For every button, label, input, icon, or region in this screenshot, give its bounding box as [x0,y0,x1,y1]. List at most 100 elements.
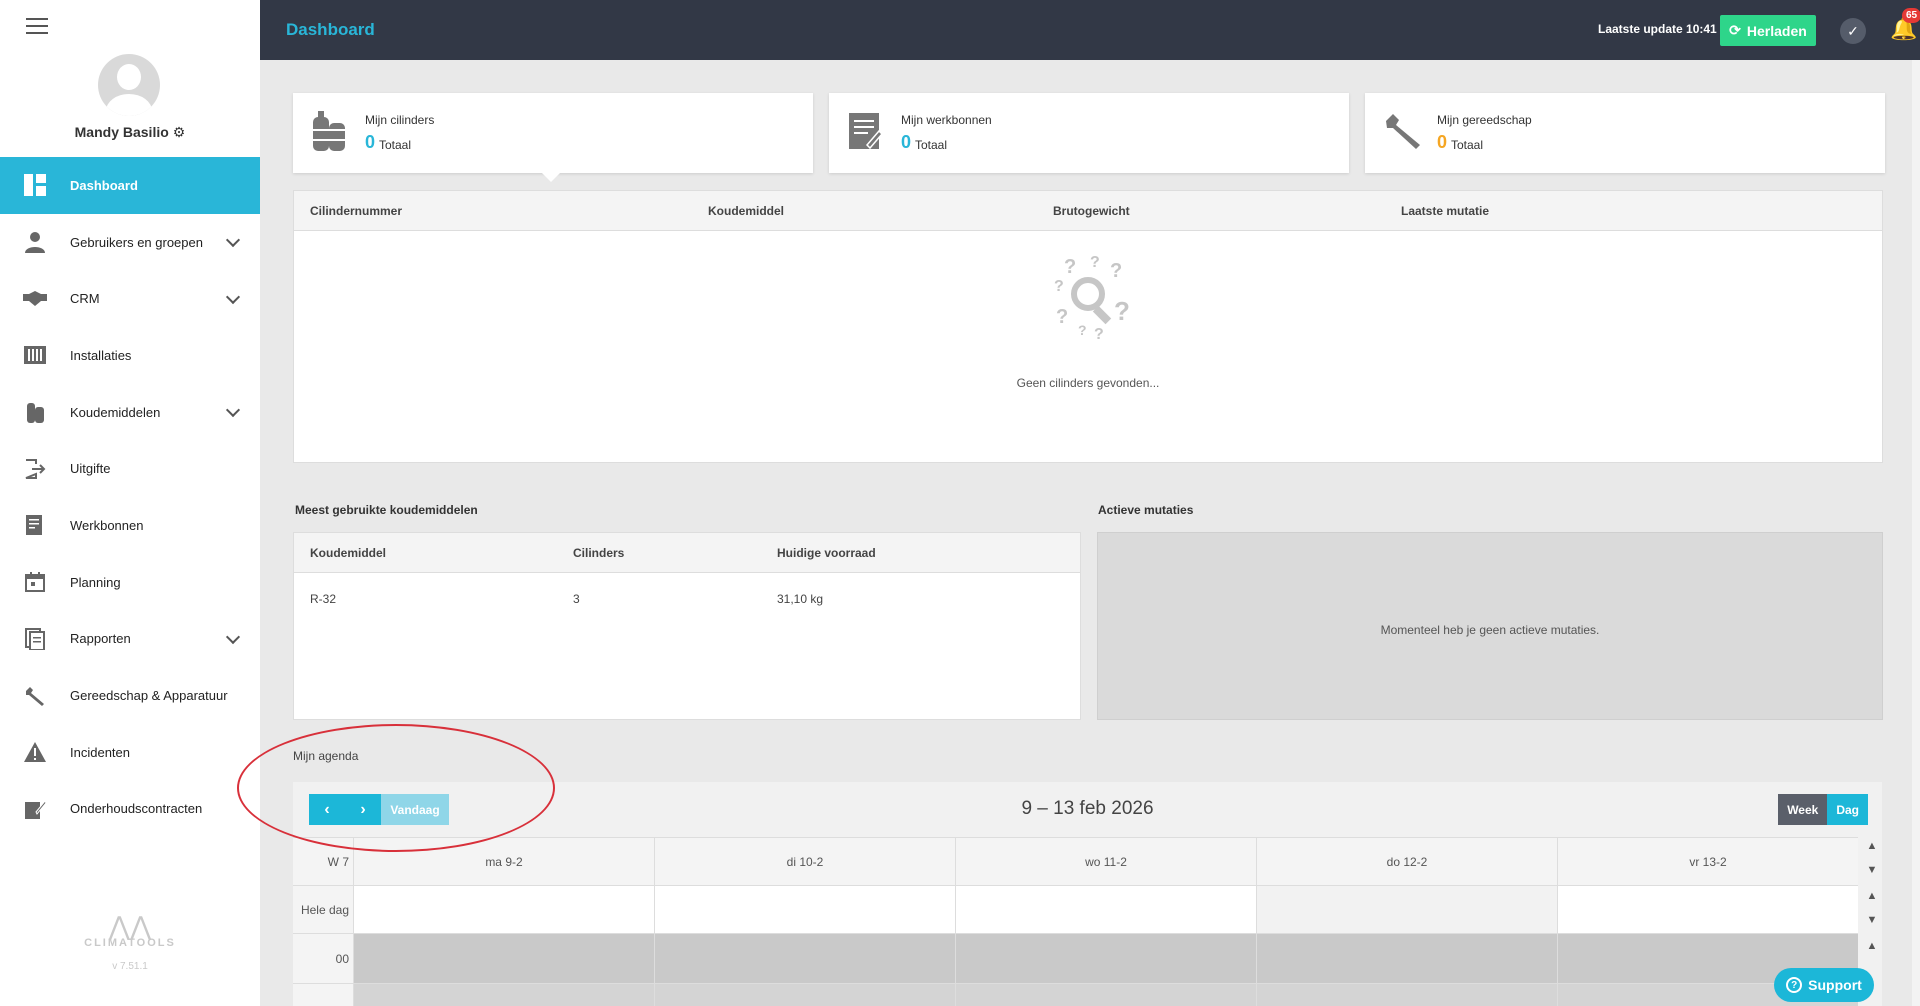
card-tools[interactable]: Mijn gereedschap 0 Totaal [1365,93,1885,173]
card-value: 0 [901,132,912,152]
sidebar-item-label: Incidenten [70,744,130,760]
calendar-grid: W 7 ma 9-2 di 10-2 wo 11-2 do 12-2 vr 13… [293,837,1858,1006]
day-header[interactable]: vr 13-2 [1557,838,1858,885]
card-workorders[interactable]: Mijn werkbonnen 0 Totaal [829,93,1349,173]
day-header[interactable]: do 12-2 [1256,838,1557,885]
column-header[interactable]: Huidige voorraad [777,546,876,560]
sidebar-item-reports[interactable]: Rapporten [0,611,260,668]
topbar: Dashboard Laatste update 10:41 ⟳ Herlade… [260,0,1920,60]
all-day-cell[interactable] [1557,886,1858,933]
card-value: 0 [1437,132,1448,152]
notification-badge: 65 [1902,8,1920,23]
version-label: v 7.51.1 [112,961,148,972]
chevron-down-icon[interactable] [225,403,241,418]
scroll-up-icon[interactable]: ▲ [1865,890,1879,902]
column-header[interactable]: Laatste mutatie [1401,204,1489,218]
sidebar-item-label: Koudemiddelen [70,404,161,420]
column-header[interactable]: Koudemiddel [310,546,386,560]
time-slot[interactable] [353,984,654,1006]
time-slot[interactable] [353,934,654,983]
sign-out-icon [0,458,70,480]
sidebar-item-users[interactable]: Gebruikers en groepen [0,214,260,271]
empty-state-text: Momenteel heb je geen actieve mutaties. [1380,623,1600,637]
table-cell: 3 [573,592,580,606]
section-title: Meest gebruikte koudemiddelen [295,503,478,517]
scroll-up-icon[interactable]: ▲ [1865,840,1879,852]
chevron-down-icon[interactable] [225,289,241,304]
avatar[interactable] [98,54,160,116]
help-icon: ? [1786,977,1803,993]
sidebar-item-dashboard[interactable]: Dashboard [0,157,260,214]
reload-button[interactable]: ⟳ Herladen [1720,15,1816,46]
chevron-down-icon[interactable] [225,232,241,248]
sidebar-item-label: Gebruikers en groepen [70,234,203,250]
card-suffix: Totaal [379,138,412,152]
time-slot[interactable] [1256,934,1557,983]
sidebar-item-label: Uitgifte [70,461,111,477]
all-day-cell[interactable] [353,886,654,933]
card-value: 0 [365,132,376,152]
sidebar-item-installations[interactable]: Installaties [0,327,260,384]
view-switch: Week Dag [1778,794,1868,825]
sidebar-item-refrigerants[interactable]: Koudemiddelen [0,384,260,441]
sidebar-item-workorders[interactable]: Werkbonnen [0,497,260,554]
sidebar-item-incidents[interactable]: Incidenten [0,724,260,781]
cylinders-icon [311,111,347,162]
agenda-title: Mijn agenda [293,749,359,763]
menu-toggle-icon[interactable] [26,18,48,34]
hour-row: 00 [293,933,1858,983]
scroll-up-icon[interactable]: ▲ [1865,940,1879,952]
climatools-logo: ⋀⋀ CLIMATOOLS v 7.51.1 [0,913,260,972]
table-header: Koudemiddel Cilinders Huidige voorraad [294,533,1080,573]
cylinders-icon [0,401,70,424]
day-header[interactable]: di 10-2 [654,838,955,885]
time-slot[interactable] [1256,984,1557,1006]
sidebar-item-label: Werkbonnen [70,517,144,533]
sidebar-item-issue[interactable]: Uitgifte [0,440,260,497]
day-view-button[interactable]: Dag [1827,794,1868,825]
warning-icon [0,742,70,763]
contract-icon [0,798,70,820]
sidebar-item-label: Planning [70,574,121,590]
gear-icon[interactable]: ⚙ [173,124,186,140]
day-header[interactable]: ma 9-2 [353,838,654,885]
all-day-cell[interactable] [955,886,1256,933]
week-number: W 7 [327,854,349,869]
card-title: Mijn werkbonnen [901,113,992,127]
day-header[interactable]: wo 11-2 [955,838,1256,885]
scroll-down-icon[interactable]: ▼ [1865,864,1879,876]
table-cell: R-32 [310,592,337,606]
column-header[interactable]: Cilinders [573,546,624,560]
reload-label: Herladen [1746,22,1807,39]
sidebar-item-contracts[interactable]: Onderhoudscontracten [0,781,260,838]
sidebar-item-label: Dashboard [70,177,138,193]
support-button[interactable]: ? Support [1774,968,1874,1002]
column-header[interactable]: Koudemiddel [708,204,784,218]
wrench-icon [0,685,70,707]
section-title: Actieve mutaties [1098,503,1194,517]
time-slot[interactable] [654,984,955,1006]
user-name[interactable]: Mandy Basilio ⚙ [0,124,260,141]
handshake-icon [0,290,70,307]
sidebar-item-label: CRM [70,291,100,307]
time-slot[interactable] [955,984,1256,1006]
all-day-cell[interactable] [1256,886,1557,933]
sidebar-item-label: Rapporten [70,631,131,647]
check-icon[interactable]: ✓ [1840,18,1866,44]
card-cylinders[interactable]: Mijn cilinders 0 Totaal [293,93,813,173]
chevron-down-icon[interactable] [225,629,241,644]
sidebar-item-tools[interactable]: Gereedschap & Apparatuur [0,667,260,724]
all-day-cell[interactable] [654,886,955,933]
column-header[interactable]: Cilindernummer [310,204,402,218]
sidebar-item-label: Onderhoudscontracten [70,801,203,817]
time-slot[interactable] [955,934,1256,983]
scroll-down-icon[interactable]: ▼ [1865,914,1879,926]
column-header[interactable]: Brutogewicht [1053,204,1130,218]
all-day-row: Hele dag [293,885,1858,933]
page-scrollbar[interactable] [1912,60,1920,1006]
week-view-button[interactable]: Week [1778,794,1828,825]
sidebar-item-planning[interactable]: Planning [0,554,260,611]
wrench-icon [1383,111,1423,160]
sidebar-item-crm[interactable]: CRM [0,270,260,327]
time-slot[interactable] [654,934,955,983]
